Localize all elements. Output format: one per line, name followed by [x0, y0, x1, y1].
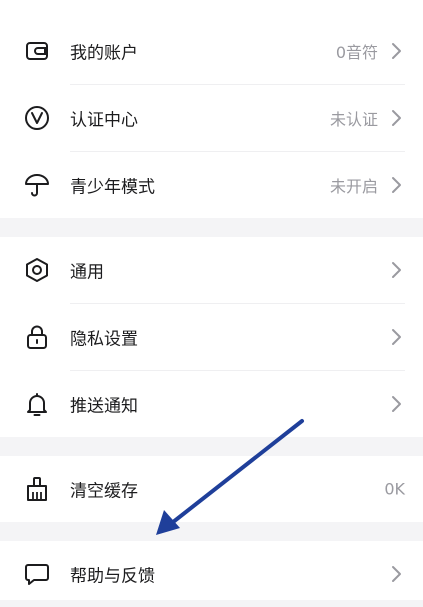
settings-row-clear-cache[interactable]: 清空缓存 0K [0, 456, 423, 522]
settings-row-privacy[interactable]: 隐私设置 [0, 304, 423, 370]
broom-icon [22, 474, 52, 504]
general-group: 通用 隐私设置 推送通知 [0, 237, 423, 437]
settings-row-label: 青少年模式 [70, 177, 155, 198]
settings-row-my-account[interactable]: 我的账户 0音符 [0, 18, 423, 84]
settings-row-label: 我的账户 [70, 43, 138, 64]
hexagon-settings-icon [22, 255, 52, 285]
settings-row-label: 隐私设置 [70, 329, 138, 350]
settings-row-value: 0音符 [335, 43, 378, 62]
settings-row-value: 未认证 [329, 110, 378, 129]
settings-row-verification-center[interactable]: 认证中心 未认证 [0, 85, 423, 151]
settings-row-push-notifications[interactable]: 推送通知 [0, 371, 423, 437]
chevron-right-icon [389, 395, 403, 413]
verified-v-icon [22, 103, 52, 133]
settings-row-label: 推送通知 [70, 396, 138, 417]
cache-group: 清空缓存 0K [0, 456, 423, 522]
settings-row-value: 未开启 [329, 177, 378, 196]
wallet-icon [22, 36, 52, 66]
settings-row-label: 认证中心 [70, 110, 138, 131]
chevron-right-icon [389, 328, 403, 346]
settings-row-label: 清空缓存 [70, 481, 138, 502]
chevron-right-icon [389, 565, 403, 583]
account-group: 我的账户 0音符 认证中心 未认证 青少年模式 未开启 [0, 0, 423, 218]
settings-row-label: 帮助与反馈 [70, 566, 155, 587]
settings-row-value: 0K [384, 479, 405, 499]
chevron-right-icon [389, 109, 403, 127]
bell-icon [22, 389, 52, 419]
settings-row-general[interactable]: 通用 [0, 237, 423, 303]
lock-icon [22, 322, 52, 352]
help-group: 帮助与反馈 [0, 541, 423, 600]
chevron-right-icon [389, 176, 403, 194]
chat-bubble-icon [22, 559, 52, 589]
chevron-right-icon [389, 261, 403, 279]
umbrella-icon [22, 170, 52, 200]
settings-row-help-feedback[interactable]: 帮助与反馈 [0, 541, 423, 607]
settings-row-teen-mode[interactable]: 青少年模式 未开启 [0, 152, 423, 218]
settings-row-label: 通用 [70, 262, 104, 283]
chevron-right-icon [389, 42, 403, 60]
